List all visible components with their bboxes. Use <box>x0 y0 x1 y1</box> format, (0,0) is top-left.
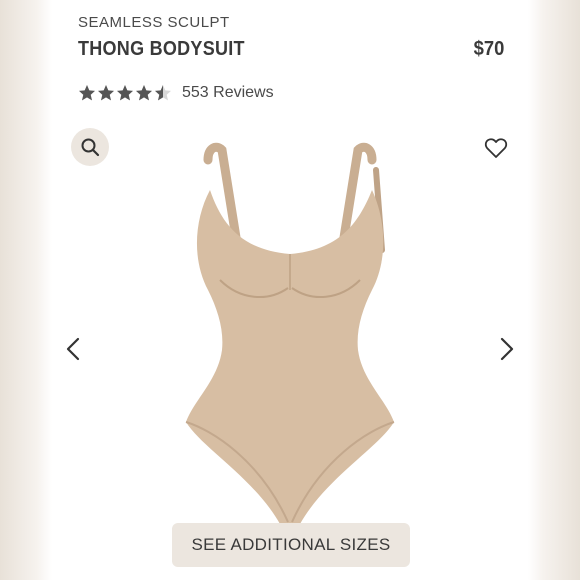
rating-row[interactable]: 553 Reviews <box>78 84 274 102</box>
star-icon <box>98 85 114 101</box>
product-image <box>150 130 430 530</box>
zoom-button[interactable] <box>71 128 109 166</box>
right-edge-shade <box>528 0 580 580</box>
product-price: $70 <box>473 38 504 60</box>
star-rating <box>78 84 172 102</box>
left-edge-shade <box>0 0 52 580</box>
collection-name: SEAMLESS SCULPT <box>78 14 230 31</box>
bodysuit-body <box>186 190 394 524</box>
star-icon <box>136 85 152 101</box>
star-icon <box>79 85 95 101</box>
product-title: THONG BODYSUIT <box>78 38 245 60</box>
star-icon <box>155 85 171 101</box>
chevron-right-icon <box>500 337 514 361</box>
previous-image-button[interactable] <box>58 334 88 364</box>
wishlist-button[interactable] <box>482 134 510 162</box>
next-image-button[interactable] <box>492 334 522 364</box>
search-icon <box>81 138 100 157</box>
chevron-left-icon <box>66 337 80 361</box>
heart-icon <box>484 138 508 158</box>
see-additional-sizes-button[interactable]: SEE ADDITIONAL SIZES <box>172 523 410 567</box>
star-icon <box>117 85 133 101</box>
review-count[interactable]: 553 Reviews <box>182 84 274 102</box>
